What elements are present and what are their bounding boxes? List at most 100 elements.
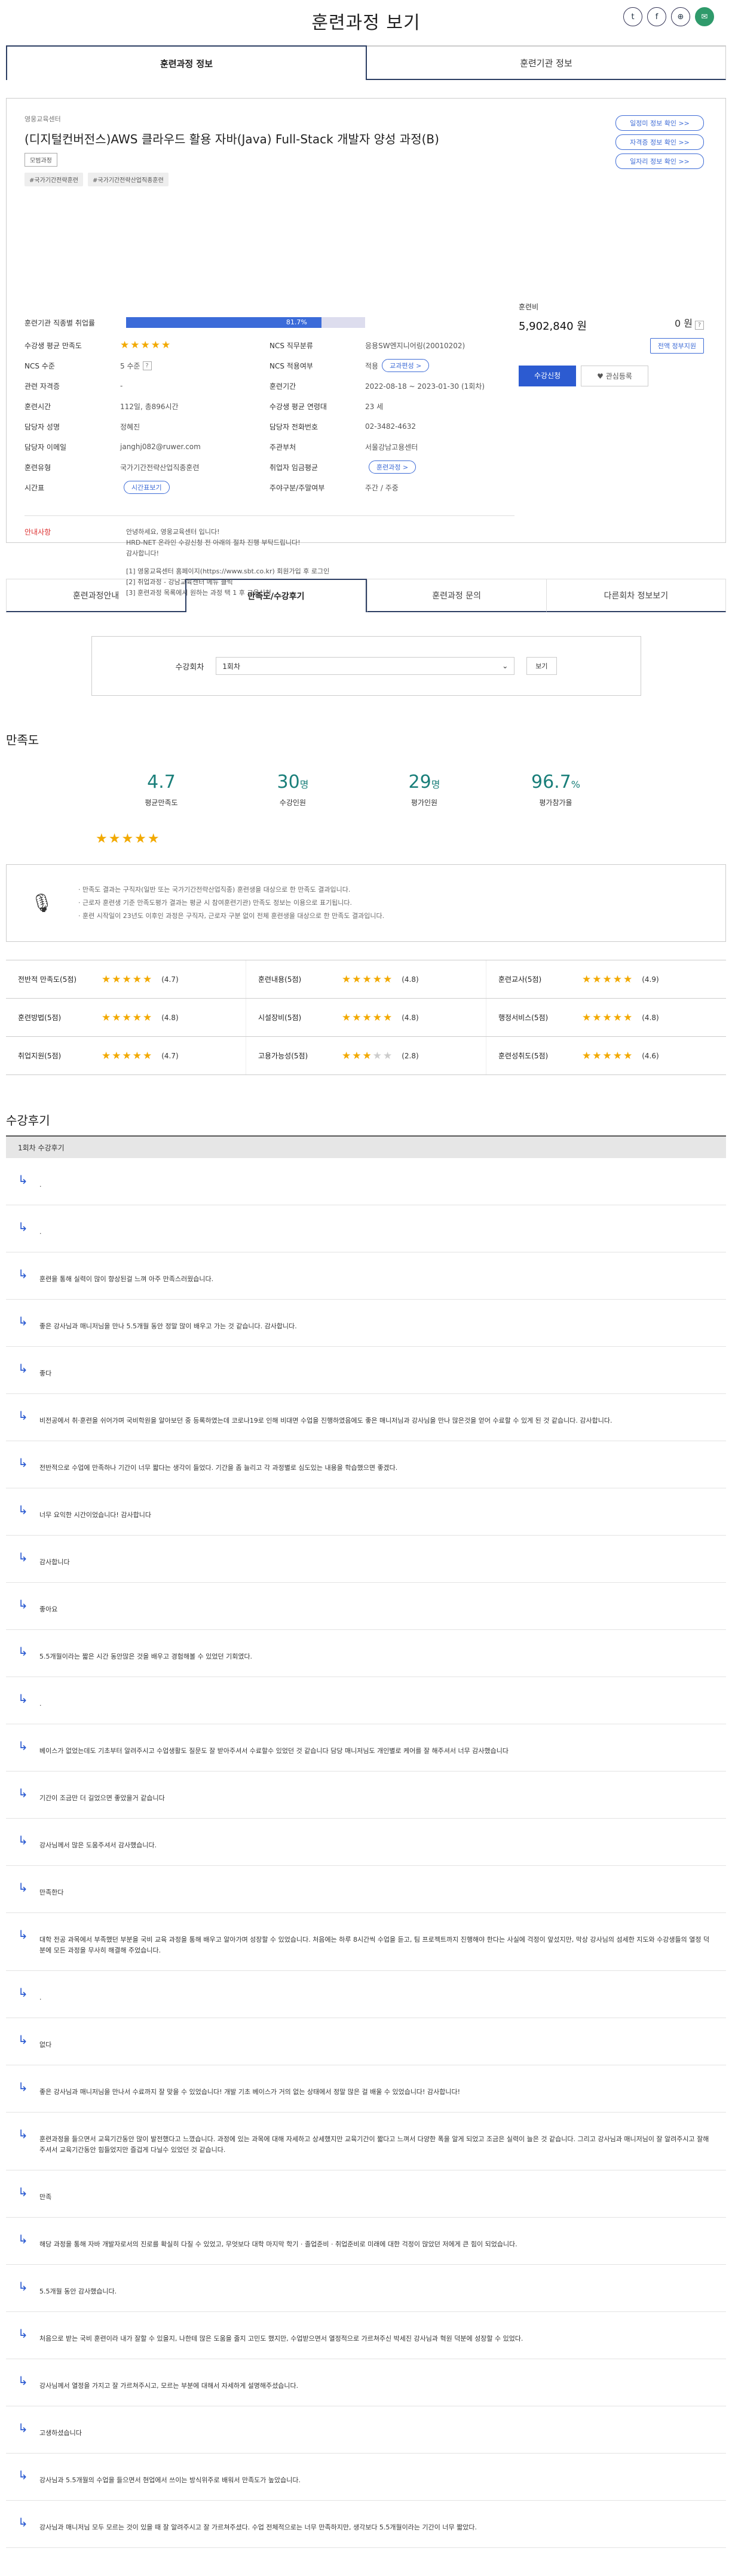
note-line: · 근로자 훈련생 기준 만족도평가 결과는 평균 시 참여훈련기관) 만족도 …	[78, 899, 353, 907]
review-item: ↳ 만족한다	[6, 1866, 726, 1913]
score-stars: ★★★★★	[102, 1049, 154, 1062]
reply-arrow-icon: ↳	[18, 1880, 28, 1895]
review-text: 강사님과 매니저님 모두 모르는 것이 있을 때 잘 알려주시고 잘 가르쳐주셨…	[39, 2523, 477, 2531]
schedule-info-button[interactable]: 일정미 정보 확인 >>	[615, 115, 704, 131]
score-value: (4.8)	[402, 975, 419, 984]
reply-arrow-icon: ↳	[18, 1220, 28, 1234]
score-label: 시설장비(5점)	[258, 1014, 302, 1022]
wage-info-button[interactable]: 훈련과정 >	[369, 460, 416, 474]
avg-stars: ★★★★★	[96, 831, 161, 846]
review-text: 좋아요	[39, 1605, 58, 1613]
tag: #국가기간전략산업직종훈련	[87, 173, 169, 186]
curriculum-button[interactable]: 교과편성 >	[382, 359, 430, 372]
reply-arrow-icon: ↳	[18, 2232, 28, 2246]
twitter-icon[interactable]: t	[623, 7, 642, 26]
review-text: 5.5개월 동안 감사했습니다.	[39, 2288, 117, 2295]
reply-arrow-icon: ↳	[18, 2127, 28, 2141]
info-label: 관련 자격증	[24, 382, 60, 391]
certificate-info-button[interactable]: 자격증 정보 확인 >>	[615, 134, 704, 150]
score-label: 취업지원(5점)	[18, 1052, 62, 1060]
info-label: NCS 적용여부	[269, 361, 313, 370]
round-select[interactable]: 1회차 ⌄	[216, 657, 515, 675]
stat-caption: 평가인원	[411, 799, 438, 807]
review-text: 너무 요익한 시간이었습니다! 감사합니다	[39, 1511, 151, 1519]
view-button[interactable]: 보기	[526, 657, 557, 675]
tab-institution-info[interactable]: 훈련기관 정보	[367, 45, 726, 80]
help-icon[interactable]: ?	[695, 321, 704, 330]
score-label: 고용가능성(5점)	[258, 1052, 308, 1060]
score-cell: 시설장비(5점) ★★★★★ (4.8)	[246, 999, 486, 1036]
info-label: 훈련유형	[24, 463, 51, 472]
review-item: ↳ 강사님께서 많은 도움주셔서 감사했습니다.	[6, 1819, 726, 1866]
stat-num: 96.7	[531, 772, 571, 793]
info-area: 훈련기관 직종별 취업률 81.7% 수강생 평균 만족도 ★★★★★ NCS 직…	[24, 314, 514, 598]
notice-line: 감사합니다!	[126, 549, 160, 557]
satisfaction-stats: 4.7 평균만족도 30명 수강인원 29명 평가인원 96.7% 평가참가율	[96, 772, 726, 808]
apply-button[interactable]: 수강신청	[519, 366, 577, 386]
info-value: 23 세	[365, 402, 384, 411]
info-value: 응용SW엔지니어링(20010202)	[365, 341, 465, 350]
job-info-button[interactable]: 일자리 정보 확인 >>	[615, 153, 704, 169]
employment-rate-label: 훈련기관 직종별 취업률	[24, 318, 96, 327]
full-support-button[interactable]: 전액 정부지원	[650, 338, 704, 354]
review-text: .	[39, 1994, 42, 2001]
review-round-bar: 1회차 수강후기	[6, 1137, 726, 1158]
course-box: 영웅교육센터 (디지털컨버전스)AWS 클라우드 활용 자바(Java) Ful…	[6, 98, 726, 597]
tab-course-info[interactable]: 훈련과정 정보	[6, 45, 367, 80]
review-item: ↳ 없다	[6, 2018, 726, 2065]
review-item: ↳ 강사님께서 열정을 가지고 잘 가르쳐주시고, 모르는 부분에 대해서 자세하…	[6, 2359, 726, 2406]
reply-arrow-icon: ↳	[18, 2279, 28, 2293]
review-item: ↳ 강사님과 5.5개월의 수업을 들으면서 현업에서 쓰이는 방식위주로 배워서…	[6, 2454, 726, 2501]
stat-caption: 평가참가율	[539, 799, 572, 807]
price-area: 훈련비 5,902,840 원 0 원? 전액 정부지원 수강신청 ♥ 관심등록	[519, 302, 704, 386]
link-icon[interactable]: ⊕	[671, 7, 690, 26]
score-stars: ★★★★★	[342, 973, 394, 985]
review-text: 좋다	[39, 1370, 52, 1377]
info-value: 국가기간전략산업직종훈련	[120, 463, 200, 472]
review-text: 해당 과정을 통해 자바 개발자로서의 진로를 확실히 다질 수 있었고, 무엇…	[39, 2240, 517, 2248]
score-value: (4.8)	[402, 1013, 419, 1022]
tab-other-rounds[interactable]: 다른회차 정보보기	[546, 579, 726, 612]
stat-num: 30	[277, 772, 300, 793]
info-label: 훈련시간	[24, 402, 51, 411]
score-label: 훈련교사(5점)	[498, 975, 542, 984]
review-text: 만족한다	[39, 1889, 64, 1896]
help-icon[interactable]: ?	[142, 361, 152, 370]
review-text: 기간이 조금만 더 길었으면 좋았을거 같습니다	[39, 1794, 165, 1802]
review-item: ↳ 비전공에서 취·훈련을 쉬어가며 국비학원을 알아보던 중 등록하였는데 코로…	[6, 1394, 726, 1441]
score-cell: 훈련내용(5점) ★★★★★ (4.8)	[246, 960, 486, 998]
facebook-icon[interactable]: f	[647, 7, 666, 26]
timetable-button[interactable]: 시간표보기	[124, 481, 170, 494]
mail-icon[interactable]: ✉	[695, 7, 714, 26]
reply-arrow-icon: ↳	[18, 2326, 28, 2341]
top-tabs: 훈련과정 정보 훈련기관 정보	[6, 45, 726, 80]
review-item: ↳ 훈련과정을 들으면서 교육기간동안 많이 발전했다고 느꼈습니다. 과정에 있…	[6, 2113, 726, 2170]
info-label: 훈련기간	[269, 382, 296, 391]
note-line: · 만족도 결과는 구직자(일반 또는 국가기간전략산업직종) 훈련생을 대상으…	[78, 886, 351, 894]
info-value: 112일, 총896시간	[120, 402, 179, 411]
reply-arrow-icon: ↳	[18, 1786, 28, 1800]
stat-unit: 명	[299, 779, 309, 790]
review-text: 좋은 강사님과 매니저님을 만나서 수료까지 잘 맞을 수 있었습니다! 개발 …	[39, 2088, 460, 2096]
info-value: 적용	[365, 361, 379, 370]
score-cell: 취업지원(5점) ★★★★★ (4.7)	[6, 1037, 246, 1074]
favorite-button[interactable]: ♥ 관심등록	[581, 366, 648, 386]
notice-line: HRD-NET 온라인 수강신청 전 아래의 절차 진행 부탁드립니다!	[126, 539, 301, 546]
review-text: 감사합니다	[39, 1558, 70, 1566]
info-value: 정혜진	[120, 422, 140, 431]
score-label: 행정서비스(5점)	[498, 1014, 549, 1022]
review-item: ↳ 베이스가 없었는데도 기초부터 알려주시고 수업생활도 질문도 잘 받아주셔서…	[6, 1724, 726, 1771]
score-value: (4.7)	[161, 975, 179, 984]
score-row: 취업지원(5점) ★★★★★ (4.7) 고용가능성(5점) ★★★★★ (2.8) 훈련성…	[6, 1037, 726, 1075]
info-label: 주관부처	[269, 443, 296, 452]
review-text: 강사님과 5.5개월의 수업을 들으면서 현업에서 쓰이는 방식위주로 배워서 …	[39, 2476, 301, 2484]
review-item: ↳ 만족	[6, 2170, 726, 2218]
score-cell: 훈련방법(5점) ★★★★★ (4.8)	[6, 999, 246, 1036]
score-value: (4.9)	[642, 975, 659, 984]
page-header: 훈련과정 보기 t f ⊕ ✉	[6, 0, 726, 42]
review-text: 베이스가 없었는데도 기초부터 알려주시고 수업생활도 질문도 잘 받아주셔서 …	[39, 1747, 509, 1755]
review-text: .	[39, 1181, 42, 1189]
microphone-icon: 🎙	[30, 892, 54, 914]
review-item: ↳ 좋은 강사님과 매니저님을 만나 5.5개월 동안 정말 많이 배우고 가는 …	[6, 1300, 726, 1347]
score-stars: ★★★★★	[582, 1049, 634, 1062]
